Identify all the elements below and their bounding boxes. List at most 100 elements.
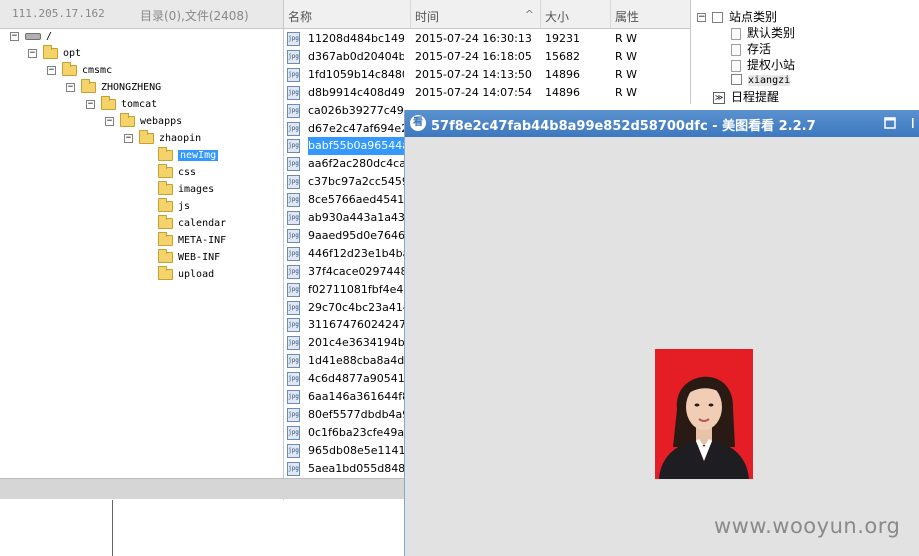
file-name: 11208d484bc1497...	[308, 32, 404, 45]
image-file-icon: jpg	[287, 139, 300, 154]
tree-node-label: webapps	[140, 116, 183, 127]
site-category-item[interactable]: xiangzi	[731, 72, 791, 86]
page-icon	[731, 27, 741, 40]
tree-node-14[interactable]: upload	[143, 265, 214, 283]
file-row[interactable]: jpg d367ab0d20404b3... 2015-07-24 16:18:05…	[284, 48, 704, 66]
site-category-item[interactable]: 默认类别	[731, 24, 795, 41]
tree-node-label: WEB-INF	[178, 252, 221, 263]
file-time: 2015-07-24 14:07:54	[415, 85, 532, 99]
schedule-reminder-label: 日程提醒	[731, 90, 780, 104]
collapse-icon[interactable]: −	[47, 65, 56, 75]
site-category-root[interactable]: − 站点类别	[697, 8, 777, 25]
tree-node-label: opt	[63, 48, 82, 59]
folder-icon	[43, 44, 58, 59]
tree-node-8[interactable]: css	[143, 163, 196, 181]
schedule-reminder-item[interactable]: ≫ 日程提醒	[713, 88, 779, 105]
tree-node-5[interactable]: − webapps	[105, 112, 183, 130]
folder-icon	[158, 180, 173, 195]
tree-node-1[interactable]: − opt	[28, 44, 82, 62]
column-header-time-label: 时间	[415, 10, 440, 24]
site-category-item[interactable]: 存活	[731, 40, 771, 57]
tree-node-7[interactable]: newImg	[143, 146, 219, 164]
sort-ascending-icon: ^	[524, 8, 534, 21]
file-row[interactable]: jpg d8b9914c408d499... 2015-07-24 14:07:54…	[284, 84, 704, 102]
file-name: 201c4e3634194bc...	[308, 336, 404, 350]
server-ip-label: 111.205.17.162	[12, 7, 105, 20]
image-file-icon: jpg	[287, 443, 300, 458]
page-icon	[731, 74, 742, 85]
tree-node-13[interactable]: WEB-INF	[143, 248, 221, 266]
column-header-name[interactable]: 名称	[284, 0, 411, 28]
page-icon	[731, 59, 741, 72]
watermark-text: www.wooyun.org	[714, 514, 901, 538]
collapse-icon[interactable]: −	[86, 99, 95, 109]
site-category-label: 站点类别	[729, 10, 778, 24]
image-file-icon: jpg	[287, 121, 300, 136]
file-name: d8b9914c408d499...	[308, 85, 404, 99]
site-category-item-label: 默认类别	[747, 26, 796, 40]
file-name: 311674760242472...	[308, 318, 404, 332]
file-name: 6aa146a361644f86...	[308, 390, 404, 403]
file-name: 965db08e5e1141d...	[308, 443, 404, 457]
image-file-icon: jpg	[287, 461, 300, 476]
collapse-icon[interactable]: −	[66, 82, 75, 92]
tree-node-label: tomcat	[121, 99, 158, 110]
tree-node-9[interactable]: images	[143, 180, 214, 198]
collapse-icon[interactable]: −	[697, 13, 706, 22]
image-file-icon: jpg	[287, 103, 300, 118]
tree-node-11[interactable]: calendar	[143, 214, 226, 232]
file-name: ca026b39277c495f	[308, 103, 404, 117]
file-perm: R W	[615, 32, 638, 45]
image-file-icon: jpg	[287, 300, 300, 315]
collapse-icon[interactable]: −	[28, 48, 37, 58]
file-row[interactable]: jpg 1fd1059b14c84803... 2015-07-24 14:13:5…	[284, 66, 704, 84]
image-file-icon: jpg	[287, 211, 300, 225]
window-more-icon[interactable]	[910, 116, 916, 130]
directory-tree-panel: 111.205.17.162 目录(0),文件(2408) − / − opt − cms…	[0, 0, 284, 500]
image-file-icon: jpg	[287, 425, 300, 440]
divider-line	[112, 500, 113, 556]
file-perm: R W	[615, 67, 638, 81]
drive-icon	[25, 32, 41, 40]
folder-icon	[81, 78, 96, 93]
file-time: 2015-07-24 16:18:05	[415, 49, 532, 63]
file-name: 80ef5577dbdb4a9a...	[308, 407, 404, 421]
tree-node-2[interactable]: − cmsmc	[47, 61, 112, 79]
file-name: 8ce5766aed45412...	[308, 193, 404, 207]
column-header-time[interactable]: 时间 ^	[411, 0, 541, 28]
file-size: 14896	[545, 67, 580, 81]
viewer-titlebar[interactable]: 看 57f8e2c47fab44b8a99e852d58700dfc - 美图看…	[405, 110, 919, 137]
tree-node-10[interactable]: js	[143, 197, 190, 215]
image-file-icon: jpg	[287, 49, 300, 64]
tree-node-0[interactable]: − /	[10, 28, 52, 45]
file-name: 37f4cace02974487...	[308, 264, 404, 278]
collapse-icon[interactable]: −	[105, 116, 114, 126]
tree-node-3[interactable]: − ZHONGZHENG	[66, 78, 161, 96]
collapse-icon[interactable]: −	[10, 31, 19, 41]
site-category-item[interactable]: 提权小站	[731, 56, 795, 73]
folder-icon	[120, 112, 135, 127]
file-name: d367ab0d20404b3...	[308, 49, 404, 63]
tree-node-4[interactable]: − tomcat	[86, 95, 158, 113]
file-name: d67e2c47af694e27	[308, 121, 404, 135]
file-name: babf55b0a96544a5	[308, 137, 404, 156]
file-name: 5aea1bd055d8481...	[308, 461, 404, 475]
file-perm: R W	[615, 49, 638, 63]
collapse-icon[interactable]: −	[124, 133, 133, 143]
image-file-icon: jpg	[287, 157, 300, 172]
tree-node-12[interactable]: META-INF	[143, 231, 226, 249]
image-file-icon: jpg	[287, 336, 300, 351]
file-name: 446f12d23e1b4bad...	[308, 246, 404, 260]
id-photo-image	[655, 349, 753, 479]
file-name: 0c1f6ba23cfe49a3...	[308, 425, 404, 439]
column-header-size[interactable]: 大小	[541, 0, 611, 28]
file-size: 19231	[545, 32, 580, 45]
image-file-icon: jpg	[287, 372, 300, 387]
folder-icon	[158, 265, 173, 280]
file-size: 14896	[545, 85, 580, 99]
image-file-icon: jpg	[287, 67, 300, 82]
image-file-icon: jpg	[287, 264, 300, 279]
tree-node-6[interactable]: − zhaopin	[124, 129, 201, 147]
maximize-icon[interactable]	[883, 116, 897, 130]
file-row[interactable]: jpg 11208d484bc1497... 2015-07-24 16:30:13…	[284, 30, 704, 48]
